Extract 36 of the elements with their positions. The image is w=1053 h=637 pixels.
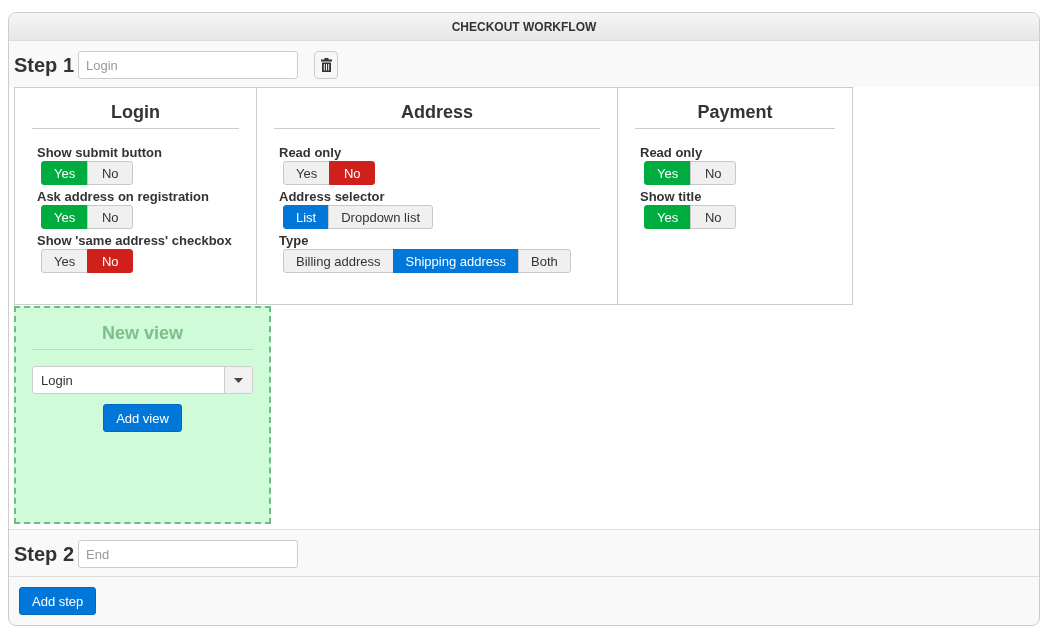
step-name-field[interactable]: Login (78, 51, 299, 79)
setting-label: Show 'same address' checkbox (37, 233, 233, 248)
setting-label: Address selector (279, 189, 386, 204)
view-select[interactable]: Login (32, 366, 253, 394)
setting-label: Type (279, 233, 310, 248)
toggle-option[interactable]: No (690, 205, 737, 229)
panel-title: CHECKOUT WORKFLOW (9, 13, 1039, 41)
add-view-button[interactable]: Add view (103, 404, 182, 432)
step-label: Step 1 (14, 53, 75, 77)
view-title: Address (274, 102, 600, 129)
toggle-option[interactable]: Dropdown list (328, 205, 433, 229)
setting-label: Read only (640, 145, 704, 160)
toggle-option[interactable]: No (87, 249, 134, 273)
toggle-option[interactable]: Yes (41, 249, 89, 273)
setting-label: Show title (640, 189, 703, 204)
add-step-button[interactable]: Add step (19, 587, 97, 615)
toggle-option[interactable]: List (283, 205, 330, 229)
view-title: Login (32, 102, 239, 129)
step-name-field[interactable]: End (78, 540, 299, 568)
view-title: Payment (635, 102, 835, 129)
setting-label: Read only (279, 145, 343, 160)
toggle-option[interactable]: No (329, 161, 376, 185)
toggle-option[interactable]: Billing address (283, 249, 394, 273)
step-label: Step 2 (14, 542, 75, 566)
new-view-title: New view (32, 323, 253, 350)
toggle-option[interactable]: No (690, 161, 737, 185)
setting-label: Show submit button (37, 145, 163, 160)
toggle-option[interactable]: Both (518, 249, 571, 273)
caret-icon (234, 377, 243, 383)
trash-icon (320, 58, 332, 72)
setting-label: Ask address on registration (37, 189, 210, 204)
toggle-option[interactable]: Yes (283, 161, 331, 185)
toggle-option[interactable]: No (87, 161, 134, 185)
toggle-option[interactable]: No (87, 205, 134, 229)
toggle-option[interactable]: Shipping address (392, 249, 519, 273)
delete-button[interactable] (314, 51, 339, 79)
